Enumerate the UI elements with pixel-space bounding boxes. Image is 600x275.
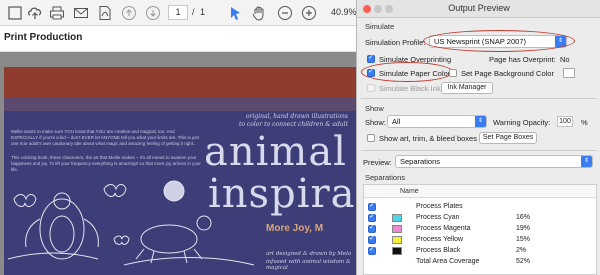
- preview-label: Preview:: [363, 158, 392, 167]
- name-column-header[interactable]: Name: [400, 188, 419, 195]
- panel-title: Print Production: [4, 32, 83, 43]
- ink-manager-button[interactable]: Ink Manager: [441, 82, 493, 94]
- page-separator: /: [192, 7, 195, 17]
- separation-name: Process Cyan: [416, 214, 460, 221]
- separation-name: Process Yellow: [416, 236, 464, 243]
- separation-visible-checkbox[interactable]: [368, 212, 376, 222]
- show-art-trim-bleed-checkbox[interactable]: [367, 134, 375, 142]
- set-page-boxes-button[interactable]: Set Page Boxes: [479, 132, 537, 144]
- page-down-icon[interactable]: [144, 4, 162, 22]
- simulate-black-ink-label: Simulate Black Ink: [379, 84, 441, 93]
- color-swatch: [392, 225, 402, 233]
- pdf-icon[interactable]: [96, 4, 114, 22]
- cover-tagline: original, hand drawn illustrations: [245, 113, 348, 120]
- page-number-input[interactable]: 1: [168, 5, 188, 20]
- save-icon[interactable]: [6, 4, 24, 22]
- separation-visible-checkbox[interactable]: [368, 223, 376, 233]
- document-view[interactable]: original, hand drawn illustrations to co…: [0, 52, 356, 275]
- page-total: 1: [200, 7, 206, 17]
- table-row[interactable]: Process Black 2%: [364, 245, 596, 256]
- cover-copy-2: This coloring book, these characters, th…: [11, 155, 201, 172]
- warning-opacity-unit: %: [581, 118, 588, 127]
- set-page-bg-color-label: Set Page Background Color: [461, 69, 554, 78]
- separation-visible-checkbox[interactable]: [368, 201, 376, 211]
- table-row[interactable]: Process Plates: [364, 201, 596, 212]
- dialog-title: Output Preview: [448, 3, 510, 13]
- separation-coverage: 15%: [516, 236, 531, 243]
- color-swatch: [392, 214, 402, 222]
- zoom-out-icon[interactable]: [276, 4, 294, 22]
- chevron-updown-icon: ⇕: [581, 156, 592, 167]
- cover-credit-2: infused with animal wisdom & magical: [266, 259, 351, 271]
- cover-top-band: [4, 67, 356, 97]
- warning-opacity-label: Warning Opacity:: [493, 118, 551, 127]
- hand-icon[interactable]: [250, 4, 268, 22]
- table-row[interactable]: Process Cyan 16%: [364, 212, 596, 223]
- highlight-annotation-profile: [423, 30, 575, 52]
- dialog-titlebar[interactable]: Output Preview: [357, 0, 600, 18]
- show-value: All: [392, 117, 401, 126]
- document-page: original, hand drawn illustrations to co…: [4, 67, 356, 275]
- show-label: Show:: [365, 118, 386, 127]
- simulate-overprinting-checkbox[interactable]: [367, 53, 375, 63]
- set-page-bg-color-checkbox[interactable]: [449, 69, 457, 77]
- cover-tagline-2: to color to connect children & adult: [238, 121, 348, 128]
- color-swatch: [392, 236, 402, 244]
- divider: [361, 150, 597, 151]
- simulate-section-title: Simulate: [365, 22, 395, 31]
- preview-select[interactable]: Separations ⇕: [395, 155, 593, 168]
- page-has-overprint-label: Page has Overprint:: [489, 55, 556, 64]
- print-production-header: Print Production: [0, 26, 356, 52]
- select-arrow-icon[interactable]: [226, 4, 244, 22]
- separations-section-title: Separations: [365, 173, 406, 182]
- separations-table: Name Process PlatesProcess Cyan16%Proces…: [363, 184, 597, 275]
- separation-coverage: 2%: [516, 247, 527, 254]
- page-up-icon[interactable]: [120, 4, 138, 22]
- cover-top-band-shadow: [4, 97, 356, 111]
- zoom-in-icon[interactable]: [300, 4, 318, 22]
- upload-icon[interactable]: [26, 4, 44, 22]
- cover-title-line-1: animal: [204, 129, 347, 175]
- separation-coverage: 16%: [516, 214, 531, 221]
- separation-visible-checkbox[interactable]: [368, 245, 376, 255]
- page-has-overprint-value: No: [560, 55, 570, 64]
- cover-copy-1: Mellie wants to make sure YOU know that …: [11, 129, 200, 146]
- chevron-updown-icon: ⇕: [475, 116, 486, 127]
- separation-coverage: 19%: [516, 225, 531, 232]
- show-select[interactable]: All ⇕: [387, 115, 487, 128]
- separation-name: Process Magenta: [416, 225, 471, 232]
- page-bg-color-swatch[interactable]: [563, 68, 575, 78]
- color-swatch: [392, 247, 402, 255]
- output-preview-dialog: Output Preview Simulate Simulation Profi…: [356, 0, 600, 275]
- print-icon[interactable]: [48, 4, 66, 22]
- table-row[interactable]: Total Area Coverage 52%: [364, 257, 596, 267]
- mail-icon[interactable]: [72, 4, 90, 22]
- table-row[interactable]: Process Yellow 15%: [364, 234, 596, 245]
- show-section-title: Show: [365, 104, 384, 113]
- separation-name: Total Area Coverage: [416, 258, 480, 265]
- table-row[interactable]: Process Magenta 19%: [364, 223, 596, 234]
- show-art-trim-bleed-label: Show art, trim, & bleed boxes: [379, 134, 477, 143]
- cover-illustration: [7, 180, 255, 266]
- simulate-black-ink-checkbox[interactable]: [367, 84, 375, 92]
- table-header: Name: [364, 185, 596, 198]
- separation-name: Process Plates: [416, 203, 463, 210]
- separation-coverage: 52%: [516, 258, 531, 265]
- warning-opacity-input[interactable]: 100: [557, 116, 573, 127]
- separation-name: Process Black: [416, 247, 461, 254]
- highlight-annotation-paper-color: [361, 62, 453, 82]
- simulation-profile-label: Simulation Profile:: [365, 38, 426, 47]
- zoom-level[interactable]: 40.9%: [331, 7, 357, 17]
- cover-credit-1: art designed & drawn by Mela: [266, 251, 352, 257]
- separation-visible-checkbox[interactable]: [368, 234, 376, 244]
- divider: [361, 98, 597, 99]
- cover-subtitle: More Joy, M: [266, 223, 324, 234]
- preview-value: Separations: [400, 157, 441, 166]
